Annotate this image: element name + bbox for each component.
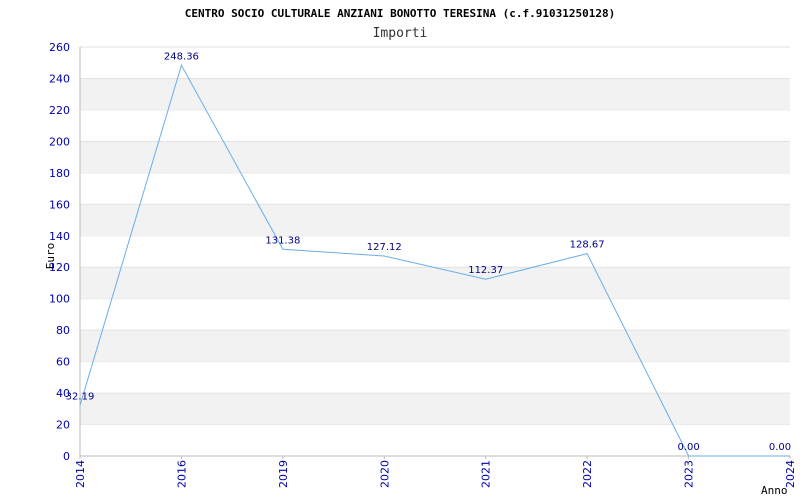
y-tick-label: 0 xyxy=(63,450,70,463)
y-tick-label: 260 xyxy=(49,41,70,54)
y-tick-label: 100 xyxy=(49,293,70,306)
grid-band xyxy=(80,330,790,362)
y-tick-label: 240 xyxy=(49,72,70,85)
chart-title: CENTRO SOCIO CULTURALE ANZIANI BONOTTO T… xyxy=(185,7,615,20)
data-label: 128.67 xyxy=(570,240,605,251)
data-label: 127.12 xyxy=(367,242,402,253)
grid-band xyxy=(80,78,790,110)
data-label: 248.36 xyxy=(164,51,199,62)
y-axis-label: Euro xyxy=(44,243,57,270)
data-label: 0.00 xyxy=(677,442,699,453)
data-label: 112.37 xyxy=(468,265,503,276)
data-label: 0.00 xyxy=(769,442,791,453)
x-tick-label: 2014 xyxy=(74,460,87,488)
y-tick-label: 200 xyxy=(49,135,70,148)
grid-bands xyxy=(80,46,790,426)
x-tick-label: 2022 xyxy=(581,460,594,488)
x-tick-label: 2020 xyxy=(378,460,391,488)
x-tick-label: 2019 xyxy=(277,460,290,488)
data-label: 32.19 xyxy=(66,391,95,402)
x-tick-label: 2021 xyxy=(480,460,493,488)
x-axis-label: Anno xyxy=(761,484,788,497)
x-tick-labels: 2014 2016 2019 2020 2021 2022 2023 2024 xyxy=(74,460,797,488)
y-tick-label: 60 xyxy=(56,356,70,369)
y-tick-label: 220 xyxy=(49,104,70,117)
x-tick-label: 2016 xyxy=(175,460,188,488)
chart-subtitle: Importi xyxy=(373,26,428,41)
grid-band xyxy=(80,141,790,173)
y-tick-label: 160 xyxy=(49,198,70,211)
y-tick-label: 180 xyxy=(49,167,70,180)
y-tick-label: 20 xyxy=(56,419,70,432)
x-tick-label: 2023 xyxy=(683,460,696,488)
grid-band xyxy=(80,267,790,299)
grid-band xyxy=(80,204,790,236)
data-label: 131.38 xyxy=(265,235,300,246)
line-chart: CENTRO SOCIO CULTURALE ANZIANI BONOTTO T… xyxy=(44,7,797,497)
y-tick-label: 140 xyxy=(49,230,70,243)
grid-band xyxy=(80,393,790,425)
y-tick-label: 80 xyxy=(56,324,70,337)
